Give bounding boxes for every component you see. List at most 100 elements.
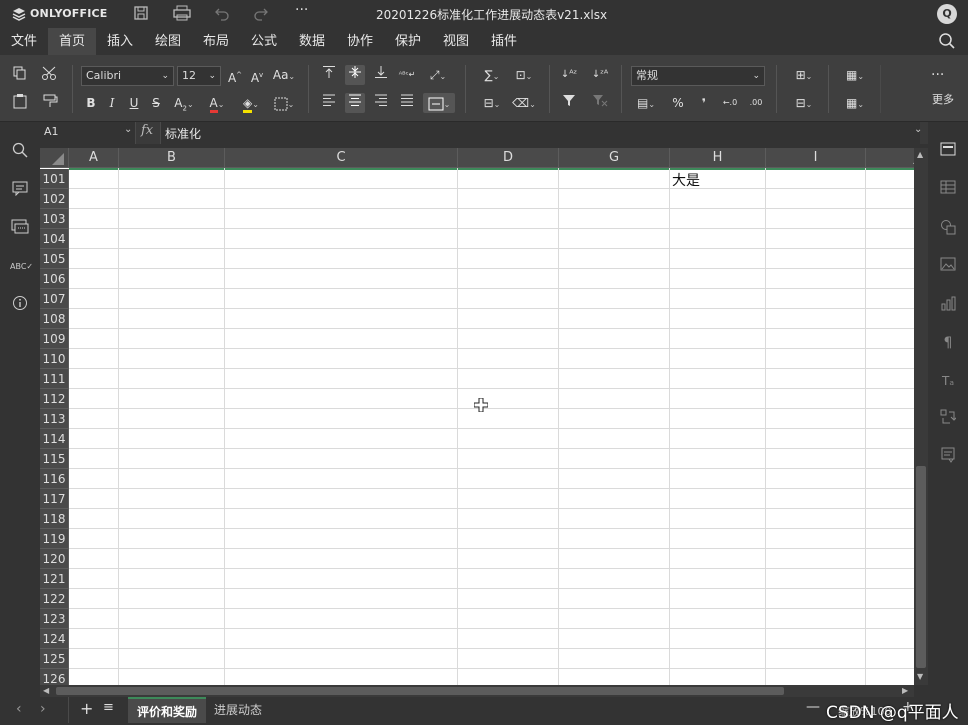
row-header[interactable]: 109 — [40, 329, 69, 349]
comma-style-icon[interactable]: ❜ — [694, 93, 714, 113]
row-header[interactable]: 112 — [40, 389, 69, 409]
accounting-format-icon[interactable]: ▤⌄ — [631, 93, 661, 113]
row-header[interactable]: 115 — [40, 449, 69, 469]
paste-icon[interactable] — [10, 93, 30, 113]
formula-input[interactable]: 标准化 — [160, 122, 920, 144]
font-size-select[interactable]: 12 ⌄ — [177, 66, 221, 86]
row-header[interactable]: 114 — [40, 429, 69, 449]
sheet-tab-active[interactable]: 评价和奖励 — [128, 697, 206, 723]
scroll-right-icon[interactable]: ▶ — [902, 686, 908, 695]
table-settings-icon[interactable] — [938, 180, 958, 200]
fill-color-icon[interactable]: ◈⌄ — [236, 93, 266, 113]
format-painter-icon[interactable] — [40, 93, 60, 113]
change-case-icon[interactable]: Aa⌄ — [270, 65, 298, 85]
row-header[interactable]: 110 — [40, 349, 69, 369]
menu-file[interactable]: 文件 — [4, 28, 44, 55]
comments-icon[interactable] — [10, 180, 30, 200]
column-header[interactable]: G — [559, 148, 670, 168]
search-icon[interactable] — [938, 32, 956, 50]
align-bottom-icon[interactable] — [371, 65, 391, 85]
cell-h101[interactable]: 大是 — [672, 170, 700, 190]
menu-insert[interactable]: 插入 — [100, 28, 140, 55]
row-header[interactable]: 111 — [40, 369, 69, 389]
menu-plugins[interactable]: 插件 — [484, 28, 524, 55]
subscript-icon[interactable]: A2⌄ — [170, 93, 198, 113]
number-format-select[interactable]: 常规 ⌄ — [631, 66, 765, 86]
merge-cells-icon[interactable]: ⌄ — [423, 93, 455, 113]
prev-sheet-icon[interactable]: ‹ — [16, 701, 22, 717]
row-header[interactable]: 105 — [40, 249, 69, 269]
column-header[interactable]: H — [670, 148, 766, 168]
scroll-up-icon[interactable]: ▲ — [917, 150, 923, 159]
spreadsheet-grid[interactable]: A B C D G H I J 101102103104105106107108… — [40, 148, 914, 685]
cell-settings-icon[interactable] — [938, 142, 958, 162]
decrease-decimal-icon[interactable]: ←.0 — [720, 93, 740, 113]
column-header[interactable]: C — [225, 148, 458, 168]
row-header[interactable]: 126 — [40, 669, 69, 685]
menu-formula[interactable]: 公式 — [244, 28, 284, 55]
justify-icon[interactable] — [397, 93, 417, 113]
strikethrough-icon[interactable]: S — [146, 93, 166, 113]
sort-descending-icon[interactable]: ↓ᶻᴬ — [590, 65, 610, 85]
underline-icon[interactable]: U — [124, 93, 144, 113]
row-header[interactable]: 106 — [40, 269, 69, 289]
next-sheet-icon[interactable]: › — [40, 701, 46, 717]
row-header[interactable]: 113 — [40, 409, 69, 429]
more-actions-icon[interactable]: ··· — [295, 2, 308, 18]
vertical-scrollbar[interactable]: ▲ ▼ — [914, 148, 928, 685]
add-sheet-icon[interactable]: + — [80, 699, 93, 718]
row-header[interactable]: 117 — [40, 489, 69, 509]
row-header[interactable]: 123 — [40, 609, 69, 629]
horizontal-scroll-thumb[interactable] — [56, 687, 784, 695]
row-header[interactable]: 124 — [40, 629, 69, 649]
function-icon[interactable]: fx — [141, 123, 153, 138]
column-header[interactable]: A — [69, 148, 119, 168]
sheet-tab[interactable]: 进展动态 — [208, 697, 268, 723]
select-all-corner[interactable] — [40, 148, 69, 168]
align-left-icon[interactable] — [319, 93, 339, 113]
column-header[interactable]: D — [458, 148, 559, 168]
font-name-select[interactable]: Calibri ⌄ — [81, 66, 174, 86]
signature-settings-icon[interactable] — [938, 447, 958, 467]
row-header[interactable]: 116 — [40, 469, 69, 489]
increase-decimal-icon[interactable]: .00 — [746, 93, 766, 113]
menu-data[interactable]: 数据 — [292, 28, 332, 55]
row-header[interactable]: 122 — [40, 589, 69, 609]
horizontal-scrollbar[interactable]: ◀ ▶ — [40, 685, 914, 697]
row-header[interactable]: 108 — [40, 309, 69, 329]
shape-settings-icon[interactable] — [938, 219, 958, 239]
name-box-dropdown-icon[interactable]: ⌄ — [124, 124, 132, 135]
text-art-settings-icon[interactable]: Tₐ — [938, 371, 958, 391]
copy-icon[interactable] — [10, 65, 30, 85]
row-header[interactable]: 102 — [40, 189, 69, 209]
increase-font-icon[interactable]: A^ — [225, 65, 245, 85]
fill-icon[interactable]: ⊡⌄ — [509, 65, 539, 85]
clear-icon[interactable]: ⌫⌄ — [509, 93, 539, 113]
chat-icon[interactable] — [10, 219, 30, 239]
align-center-icon[interactable] — [345, 93, 365, 113]
wrap-text-icon[interactable]: ᴬᴮᶜ↵ — [397, 65, 417, 85]
paragraph-settings-icon[interactable]: ¶ — [938, 333, 958, 353]
menu-layout[interactable]: 布局 — [196, 28, 236, 55]
find-icon[interactable] — [10, 142, 30, 162]
autosum-icon[interactable]: ∑⌄ — [477, 65, 507, 85]
row-header[interactable]: 121 — [40, 569, 69, 589]
column-header[interactable]: J — [866, 148, 914, 168]
pivot-settings-icon[interactable] — [938, 409, 958, 429]
spellcheck-icon[interactable]: ABC✓ — [10, 257, 33, 277]
scroll-down-icon[interactable]: ▼ — [917, 672, 923, 681]
format-as-table-icon[interactable]: ▦⌄ — [840, 93, 870, 113]
row-header[interactable]: 101 — [40, 169, 69, 189]
redo-icon[interactable] — [253, 5, 269, 21]
insert-cells-icon[interactable]: ⊞⌄ — [789, 65, 819, 85]
sheet-list-icon[interactable]: ≡ — [103, 700, 114, 715]
image-settings-icon[interactable] — [938, 257, 958, 277]
row-header[interactable]: 107 — [40, 289, 69, 309]
menu-view[interactable]: 视图 — [436, 28, 476, 55]
row-header[interactable]: 118 — [40, 509, 69, 529]
align-top-icon[interactable] — [319, 65, 339, 85]
percent-format-icon[interactable]: % — [668, 93, 688, 113]
text-orientation-icon[interactable]: ⤢⌄ — [423, 65, 453, 85]
bold-icon[interactable]: B — [81, 93, 101, 113]
decrease-font-icon[interactable]: Av — [247, 65, 267, 85]
